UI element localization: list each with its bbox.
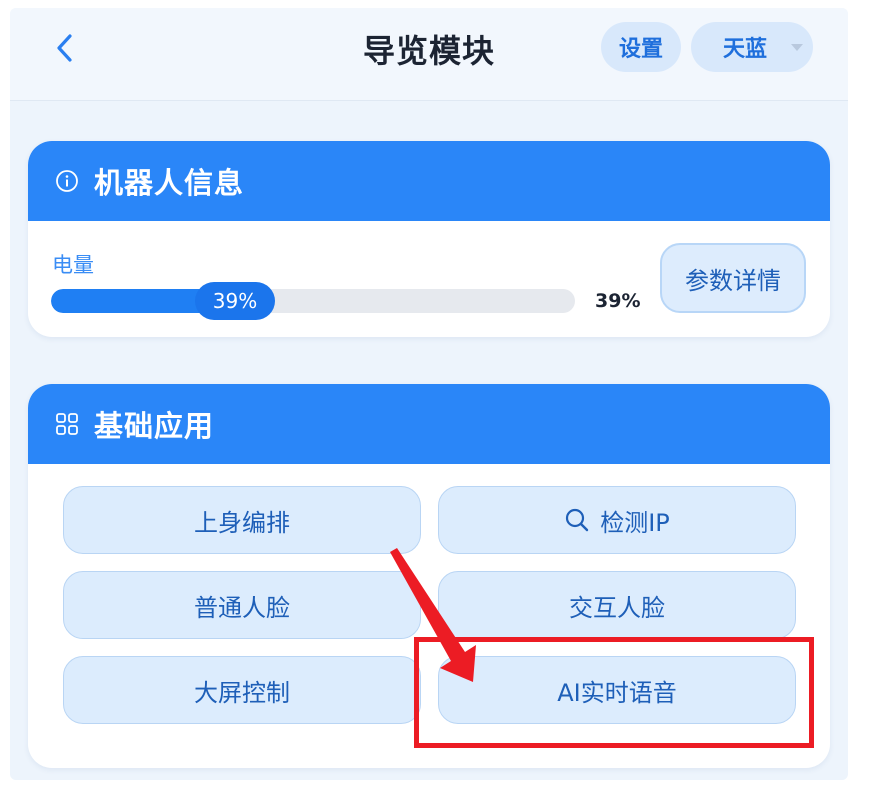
annotation-highlight-box xyxy=(414,637,814,748)
